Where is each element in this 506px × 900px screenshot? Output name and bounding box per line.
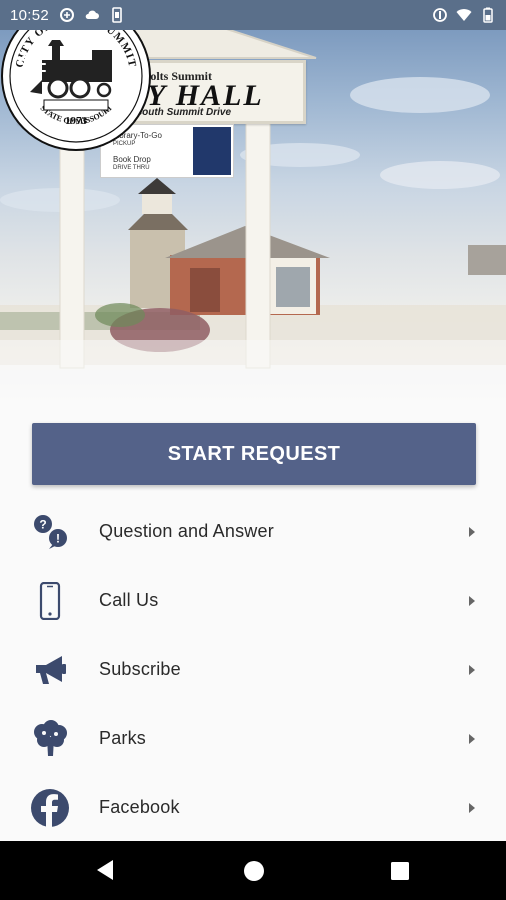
svg-text:!: ! bbox=[56, 531, 60, 545]
recents-icon[interactable] bbox=[390, 861, 410, 881]
seal-year: 1973 bbox=[65, 115, 88, 127]
library-logo bbox=[193, 127, 231, 175]
menu-item-question-and-answer[interactable]: ? ! Question and Answer bbox=[0, 497, 506, 566]
cloud-icon bbox=[85, 10, 100, 19]
menu-item-label: Facebook bbox=[99, 797, 180, 817]
home-icon[interactable] bbox=[242, 859, 266, 883]
facebook-icon bbox=[30, 788, 70, 828]
back-icon[interactable] bbox=[95, 859, 115, 881]
chevron-right-icon bbox=[469, 733, 475, 744]
chevron-right-icon bbox=[469, 664, 475, 675]
phone-storage-icon bbox=[112, 7, 122, 23]
menu-item-label: Question and Answer bbox=[99, 521, 274, 541]
vpn-key-icon bbox=[433, 8, 447, 22]
menu-item-facebook[interactable]: Facebook bbox=[0, 773, 506, 842]
hero-banner: Holts Summit CITY HALL 213 South Summit … bbox=[0, 0, 506, 410]
library-sign-line2: Book Drop bbox=[113, 155, 151, 164]
tree-icon bbox=[30, 719, 70, 759]
menu-list: ? ! Question and Answer Call Us Subscrib… bbox=[0, 497, 506, 842]
chevron-right-icon bbox=[469, 595, 475, 606]
menu-item-call-us[interactable]: Call Us bbox=[0, 566, 506, 635]
chevron-right-icon bbox=[469, 526, 475, 537]
question-answer-icon: ? ! bbox=[30, 512, 70, 552]
menu-icon[interactable] bbox=[22, 56, 46, 74]
menu-item-label: Call Us bbox=[99, 590, 159, 610]
battery-icon bbox=[483, 7, 493, 23]
status-bar: 10:52 bbox=[0, 0, 506, 30]
menu-item-subscribe[interactable]: Subscribe bbox=[0, 635, 506, 704]
wifi-icon bbox=[456, 9, 472, 21]
navigation-bar bbox=[0, 841, 506, 900]
megaphone-icon bbox=[30, 650, 70, 690]
chevron-right-icon bbox=[469, 802, 475, 813]
menu-item-parks[interactable]: Parks bbox=[0, 704, 506, 773]
menu-item-label: Parks bbox=[99, 728, 147, 748]
library-sign-line2-sub: DRIVE THRU bbox=[113, 165, 150, 171]
data-saver-icon bbox=[60, 8, 75, 22]
start-request-button[interactable]: START REQUEST bbox=[32, 423, 476, 485]
menu-item-label: Subscribe bbox=[99, 659, 181, 679]
status-time: 10:52 bbox=[10, 6, 50, 24]
phone-icon bbox=[30, 581, 70, 621]
svg-text:?: ? bbox=[39, 517, 46, 531]
